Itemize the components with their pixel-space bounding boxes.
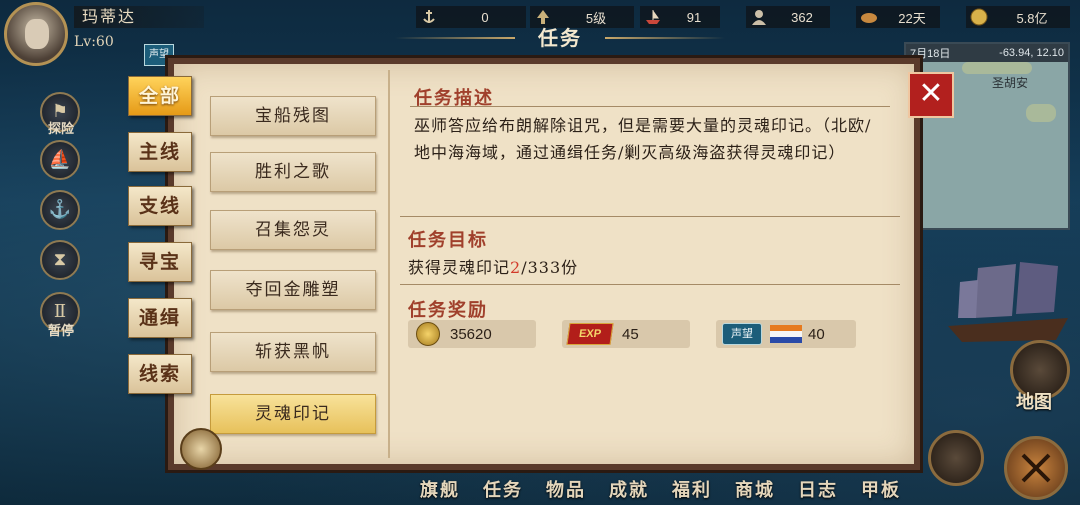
quest-list[interactable]: 宝船残图 胜利之歌 召集怨灵 夺回金雕塑 斩获黑帆 灵魂印记 xyxy=(204,72,382,460)
nav-welfare[interactable]: 福利 xyxy=(672,476,712,502)
goal-current: 2 xyxy=(510,258,522,277)
description-text: 巫师答应给布朗解除诅咒，但是需要大量的灵魂印记。（北欧/地中海海域，通过通缉任务… xyxy=(414,116,872,162)
stat-ships: 91 xyxy=(640,6,720,28)
reward-exp: EXP 45 xyxy=(562,320,690,348)
bottom-nav: 旗舰 任务 物品 成就 福利 商城 日志 甲板 xyxy=(420,476,901,502)
goal-prefix: 获得灵魂印记 xyxy=(408,258,511,277)
tab-clues[interactable]: 线索 xyxy=(128,354,192,394)
player-level: Lv:60 xyxy=(74,34,114,50)
list-divider xyxy=(388,70,390,458)
nav-shop[interactable]: 商城 xyxy=(735,476,775,502)
deck-ship-icon[interactable] xyxy=(928,430,984,486)
coin-icon xyxy=(970,8,988,26)
crew-icon xyxy=(750,8,768,26)
ship-icon xyxy=(644,8,662,26)
avatar-face xyxy=(25,19,49,49)
nav-deck[interactable]: 甲板 xyxy=(861,476,901,502)
reward-coin: 35620 xyxy=(408,320,536,348)
minimap[interactable]: 7月18日 -63.94, 12.10 圣胡安 xyxy=(904,42,1070,230)
stat-gold: 5.8亿 xyxy=(966,6,1070,28)
close-button[interactable]: ✕ xyxy=(908,72,954,118)
tab-side[interactable]: 支线 xyxy=(128,186,192,226)
explore-label: 探险 xyxy=(47,122,74,137)
crossed-swords-icon xyxy=(1021,453,1051,483)
stat-food: 22天 xyxy=(856,6,940,28)
nav-quests[interactable]: 任务 xyxy=(483,476,523,502)
tab-main[interactable]: 主线 xyxy=(128,132,192,172)
stat-crew: 362 xyxy=(746,6,830,28)
reputation-badge-icon: 声望 xyxy=(722,323,762,345)
quest-item-selected[interactable]: 灵魂印记 xyxy=(210,394,376,434)
island-shape xyxy=(962,62,1032,74)
nav-items[interactable]: 物品 xyxy=(546,476,586,502)
reward-coin-value: 35620 xyxy=(450,325,492,343)
anchor-icon xyxy=(420,8,438,26)
minimap-info-bar: 7月18日 -63.94, 12.10 xyxy=(906,44,1068,62)
section-divider xyxy=(400,284,900,285)
pause-label: 暂停 xyxy=(47,324,74,339)
ship-icon xyxy=(948,262,1068,342)
quest-item[interactable]: 召集怨灵 xyxy=(210,210,376,250)
netherlands-flag-icon xyxy=(770,325,802,343)
player-name: 玛蒂达 xyxy=(74,6,204,28)
nav-log[interactable]: 日志 xyxy=(798,476,838,502)
quest-item[interactable]: 夺回金雕塑 xyxy=(210,270,376,310)
compass-icon[interactable] xyxy=(180,428,222,470)
tab-all[interactable]: 全部 xyxy=(128,76,192,116)
goal-text: 获得灵魂印记2/333份 xyxy=(408,254,578,281)
reward-reputation: 声望 40 xyxy=(716,320,856,348)
reward-title: 任务奖励 xyxy=(408,300,488,321)
nav-flagship[interactable]: 旗舰 xyxy=(420,476,460,502)
ship-sail-icon[interactable]: ⛵ xyxy=(40,140,80,180)
goal-total: /333份 xyxy=(521,258,579,277)
map-label[interactable]: 地图 xyxy=(1016,388,1052,414)
tab-wanted[interactable]: 通缉 xyxy=(128,298,192,338)
bread-icon xyxy=(860,8,878,26)
quest-item[interactable]: 胜利之歌 xyxy=(210,152,376,192)
quest-item[interactable]: 宝船残图 xyxy=(210,96,376,136)
avatar[interactable] xyxy=(4,2,68,66)
island-shape xyxy=(1026,104,1056,122)
reward-exp-value: 45 xyxy=(622,325,639,343)
coin-icon xyxy=(416,322,440,346)
quest-panel: 宝船残图 胜利之歌 召集怨灵 夺回金雕塑 斩获黑帆 灵魂印记 任务描述 巫师答应… xyxy=(168,58,920,470)
title-underline xyxy=(410,106,890,107)
coordinates: -63.94, 12.10 xyxy=(999,47,1064,59)
goal-title: 任务目标 xyxy=(408,230,488,251)
port-name: 圣胡安 xyxy=(992,76,1029,90)
anchor-icon[interactable]: ⚓ xyxy=(40,190,80,230)
section-divider xyxy=(400,216,900,217)
battle-swords-icon[interactable] xyxy=(1004,436,1068,500)
tab-treasure[interactable]: 寻宝 xyxy=(128,242,192,282)
hourglass-icon[interactable]: ⧗ xyxy=(40,240,80,280)
reward-reputation-value: 40 xyxy=(808,325,825,343)
window-title: 任务 xyxy=(395,22,625,54)
nav-achievements[interactable]: 成就 xyxy=(609,476,649,502)
exp-badge-icon: EXP xyxy=(566,323,614,345)
quest-item[interactable]: 斩获黑帆 xyxy=(210,332,376,372)
